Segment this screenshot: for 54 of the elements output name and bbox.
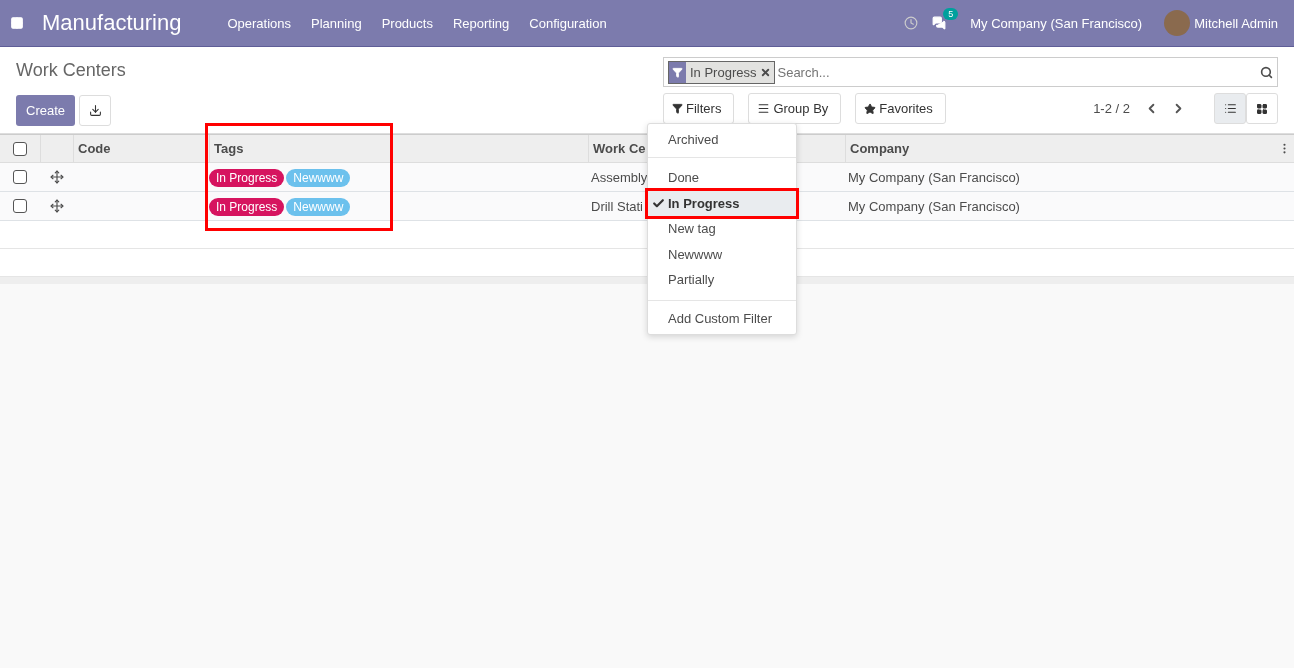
messages-icon[interactable] <box>932 16 947 30</box>
column-header[interactable]: Company <box>845 135 1278 162</box>
filter-icon <box>672 103 683 114</box>
filter-option[interactable]: Add Custom Filter <box>648 307 796 330</box>
company-switcher[interactable]: My Company (San Francisco) <box>960 15 1153 31</box>
page-title: Work Centers <box>16 60 127 81</box>
message-count-badge: 5 <box>943 8 959 20</box>
table-cell: Assembly <box>591 169 648 185</box>
grid-icon <box>1256 102 1268 115</box>
row-checkbox[interactable] <box>13 199 27 213</box>
check-icon <box>652 196 665 210</box>
table-cell: My Company (San Francisco) <box>848 169 1020 185</box>
row-checkbox[interactable] <box>13 170 27 184</box>
drag-handle-icon[interactable] <box>49 170 64 184</box>
search-field[interactable]: In Progress Search... <box>663 57 1278 87</box>
filter-option[interactable]: Partially <box>648 267 796 293</box>
filter-option[interactable]: Archived <box>648 128 796 150</box>
filter-option[interactable]: In Progress <box>648 190 796 216</box>
filter-option[interactable]: Newwww <box>648 241 796 267</box>
search-icon[interactable] <box>1260 65 1273 79</box>
remove-facet-icon[interactable] <box>760 66 772 78</box>
user-name[interactable]: Mitchell Admin <box>1194 15 1278 31</box>
tag-pill: Newwww <box>286 197 351 216</box>
menu-item[interactable]: Planning <box>301 15 372 31</box>
column-header[interactable]: Code <box>73 135 209 162</box>
download-icon <box>88 104 102 117</box>
filter-option[interactable]: New tag <box>648 216 796 242</box>
filter-icon <box>672 66 683 78</box>
list-icon <box>1223 102 1237 115</box>
menu-icon <box>757 102 771 115</box>
star-icon <box>864 102 877 115</box>
pager-text: 1-2 / 2 <box>1093 101 1130 116</box>
group-by-button[interactable]: Group By <box>748 93 842 124</box>
tag-pill: In Progress <box>209 197 285 216</box>
filters-button[interactable]: Filters <box>663 93 735 124</box>
menu-item[interactable]: Reporting <box>442 15 520 31</box>
select-all-checkbox[interactable] <box>13 141 27 156</box>
drag-handle-icon[interactable] <box>49 199 64 213</box>
menu-item[interactable]: Configuration <box>519 15 617 31</box>
favorites-button[interactable]: Favorites <box>855 93 946 124</box>
table-cell: Drill Stati <box>591 198 643 214</box>
column-header[interactable]: Tags <box>209 135 588 162</box>
menu-item[interactable]: Operations <box>217 15 301 31</box>
filter-facet[interactable]: In Progress <box>668 60 776 84</box>
app-title: Manufacturing <box>42 10 182 36</box>
kanban-view-button[interactable] <box>1246 93 1278 124</box>
tag-pill: Newwww <box>286 168 351 187</box>
tag-pill: In Progress <box>209 168 285 187</box>
filter-option[interactable]: Done <box>648 165 796 191</box>
menu-item[interactable]: Products <box>371 15 443 31</box>
list-view-button[interactable] <box>1214 93 1246 124</box>
table-cell: My Company (San Francisco) <box>848 198 1020 214</box>
download-button[interactable] <box>79 95 112 126</box>
create-button[interactable]: Create <box>16 95 76 126</box>
